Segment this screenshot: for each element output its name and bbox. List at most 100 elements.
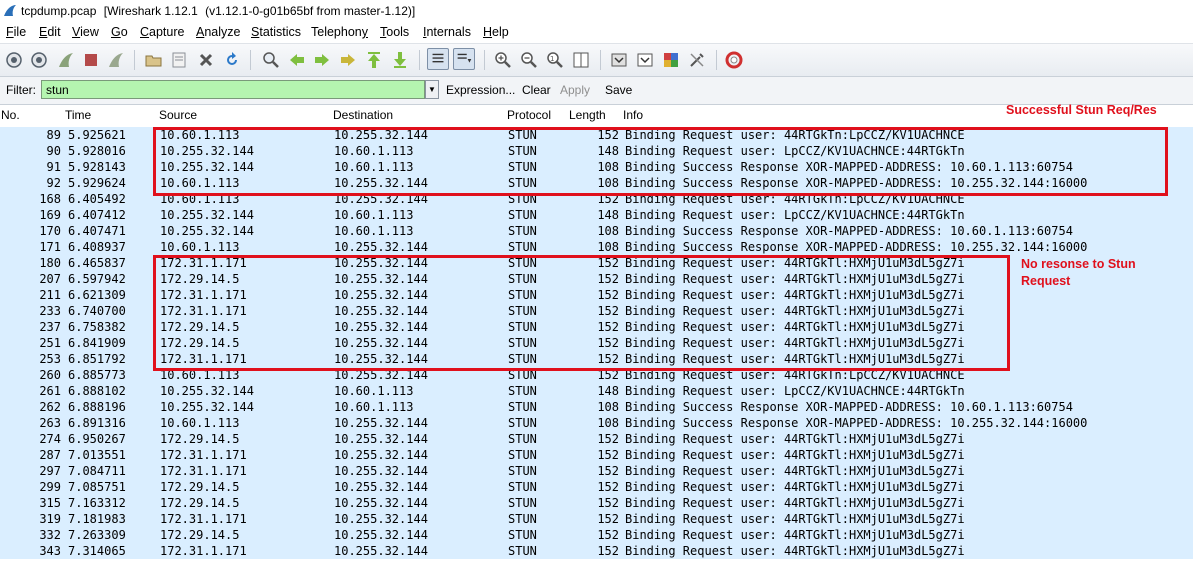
packet-no: 263	[39, 416, 61, 430]
packet-no: 319	[39, 512, 61, 526]
packet-time: 6.621309	[68, 288, 126, 302]
packet-time: 6.465837	[68, 256, 126, 270]
annotation-no-response-line2: Request	[1021, 274, 1071, 288]
help-icon[interactable]	[725, 51, 743, 69]
column-header-destination[interactable]: Destination	[333, 108, 393, 122]
filter-dropdown-button[interactable]: ▼	[425, 80, 439, 99]
restart-capture-icon[interactable]	[107, 51, 125, 69]
menu-edit[interactable]: Edit	[39, 25, 61, 39]
packet-destination: 10.255.32.144	[334, 240, 428, 254]
packet-no: 207	[39, 272, 61, 286]
go-first-icon[interactable]	[365, 51, 383, 69]
menu-go[interactable]: Go	[111, 25, 128, 39]
menu-capture[interactable]: Capture	[140, 25, 184, 39]
reload-icon[interactable]	[223, 51, 241, 69]
packet-time: 6.408937	[68, 240, 126, 254]
menu-view[interactable]: View	[72, 25, 99, 39]
expression-button[interactable]: Expression...	[446, 83, 515, 97]
packet-source: 172.29.14.5	[160, 496, 240, 510]
capture-filters-icon[interactable]	[610, 51, 628, 69]
stop-capture-icon[interactable]	[82, 51, 100, 69]
colorize-icon[interactable]	[427, 48, 449, 70]
zoom-normal-icon[interactable]: 1	[546, 51, 564, 69]
menu-help[interactable]: Help	[483, 25, 509, 39]
save-file-icon[interactable]	[170, 51, 188, 69]
packet-time: 7.084711	[68, 464, 126, 478]
packet-destination: 10.255.32.144	[334, 528, 428, 542]
open-file-icon[interactable]	[145, 51, 163, 69]
go-last-icon[interactable]	[391, 51, 409, 69]
toolbar-separator	[600, 50, 601, 70]
column-header-no[interactable]: No.	[1, 108, 20, 122]
column-header-time[interactable]: Time	[65, 108, 91, 122]
packet-row[interactable]: 332 7.263309 172.29.14.5 10.255.32.144 STUN 1…	[0, 527, 1193, 543]
packet-time: 6.405492	[68, 192, 126, 206]
packet-no: 274	[39, 432, 61, 446]
clear-button[interactable]: Clear	[522, 83, 551, 97]
zoom-out-icon[interactable]	[520, 51, 538, 69]
packet-time: 5.928143	[68, 160, 126, 174]
packet-source: 172.31.1.171	[160, 464, 247, 478]
display-filters-icon[interactable]	[636, 51, 654, 69]
packet-protocol: STUN	[508, 416, 537, 430]
filter-label: Filter:	[6, 83, 36, 97]
filter-input[interactable]: stun	[41, 80, 425, 99]
column-header-length[interactable]: Length	[569, 108, 606, 122]
packet-protocol: STUN	[508, 480, 537, 494]
start-capture-icon[interactable]	[57, 51, 75, 69]
app-version: (v1.12.1-0-g01b65bf from master-1.12)]	[205, 4, 416, 18]
packet-no: 170	[39, 224, 61, 238]
packet-row[interactable]: 274 6.950267 172.29.14.5 10.255.32.144 STUN 1…	[0, 431, 1193, 447]
packet-row[interactable]: 263 6.891316 10.60.1.113 10.255.32.144 STUN 1…	[0, 415, 1193, 431]
packet-no: 343	[39, 544, 61, 558]
packet-time: 6.885773	[68, 368, 126, 382]
packet-destination: 10.60.1.113	[334, 400, 414, 414]
preferences-icon[interactable]	[688, 51, 706, 69]
column-header-info[interactable]: Info	[623, 108, 643, 122]
packet-row[interactable]: 171 6.408937 10.60.1.113 10.255.32.144 STUN 1…	[0, 239, 1193, 255]
packet-row[interactable]: 299 7.085751 172.29.14.5 10.255.32.144 STUN 1…	[0, 479, 1193, 495]
menu-tools[interactable]: Tools	[380, 25, 409, 39]
packet-row[interactable]: 287 7.013551 172.31.1.171 10.255.32.144 STUN…	[0, 447, 1193, 463]
packet-row[interactable]: 169 6.407412 10.255.32.144 10.60.1.113 STUN 1…	[0, 207, 1193, 223]
packet-row[interactable]: 343 7.314065 172.31.1.171 10.255.32.144 STUN…	[0, 543, 1193, 559]
go-forward-icon[interactable]	[313, 51, 331, 69]
capture-options-icon[interactable]	[30, 51, 48, 69]
resize-columns-icon[interactable]	[572, 51, 590, 69]
packet-protocol: STUN	[508, 512, 537, 526]
column-header-protocol[interactable]: Protocol	[507, 108, 551, 122]
packet-row[interactable]: 315 7.163312 172.29.14.5 10.255.32.144 STUN 1…	[0, 495, 1193, 511]
menu-analyze[interactable]: Analyze	[196, 25, 240, 39]
packet-destination: 10.255.32.144	[334, 544, 428, 558]
column-header-source[interactable]: Source	[159, 108, 197, 122]
packet-row[interactable]: 262 6.888196 10.255.32.144 10.60.1.113 STUN 1…	[0, 399, 1193, 415]
coloring-rules-icon[interactable]	[662, 51, 680, 69]
packet-row[interactable]: 319 7.181983 172.31.1.171 10.255.32.144 STUN…	[0, 511, 1193, 527]
packet-info: Binding Success Response XOR-MAPPED-ADDR…	[625, 224, 1073, 238]
zoom-in-icon[interactable]	[494, 51, 512, 69]
interface-list-icon[interactable]	[5, 51, 23, 69]
menu-internals[interactable]: Internals	[423, 25, 471, 39]
packet-no: 92	[46, 176, 61, 190]
packet-time: 6.841909	[68, 336, 126, 350]
menu-telephony[interactable]: Telephony	[311, 25, 368, 39]
menu-statistics[interactable]: Statistics	[251, 25, 301, 39]
apply-button[interactable]: Apply	[560, 83, 590, 97]
packet-info: Binding Success Response XOR-MAPPED-ADDR…	[625, 400, 1073, 414]
close-file-icon[interactable]	[197, 51, 215, 69]
packet-protocol: STUN	[508, 448, 537, 462]
packet-row[interactable]: 170 6.407471 10.255.32.144 10.60.1.113 STUN 1…	[0, 223, 1193, 239]
go-back-icon[interactable]	[288, 51, 306, 69]
find-packet-icon[interactable]	[262, 51, 280, 69]
packet-info: Binding Request user: 44RTGkTl:HXMjU1uM3…	[625, 512, 965, 526]
toolbar-separator	[134, 50, 135, 70]
packet-row[interactable]: 261 6.888102 10.255.32.144 10.60.1.113 STUN 1…	[0, 383, 1193, 399]
go-to-packet-icon[interactable]	[339, 51, 357, 69]
auto-scroll-icon[interactable]	[453, 48, 475, 70]
packet-protocol: STUN	[508, 432, 537, 446]
packet-source: 10.255.32.144	[160, 224, 254, 238]
packet-row[interactable]: 297 7.084711 172.31.1.171 10.255.32.144 STUN…	[0, 463, 1193, 479]
packet-source: 172.29.14.5	[160, 432, 240, 446]
menu-file[interactable]: File	[6, 25, 26, 39]
save-filter-button[interactable]: Save	[605, 83, 632, 97]
